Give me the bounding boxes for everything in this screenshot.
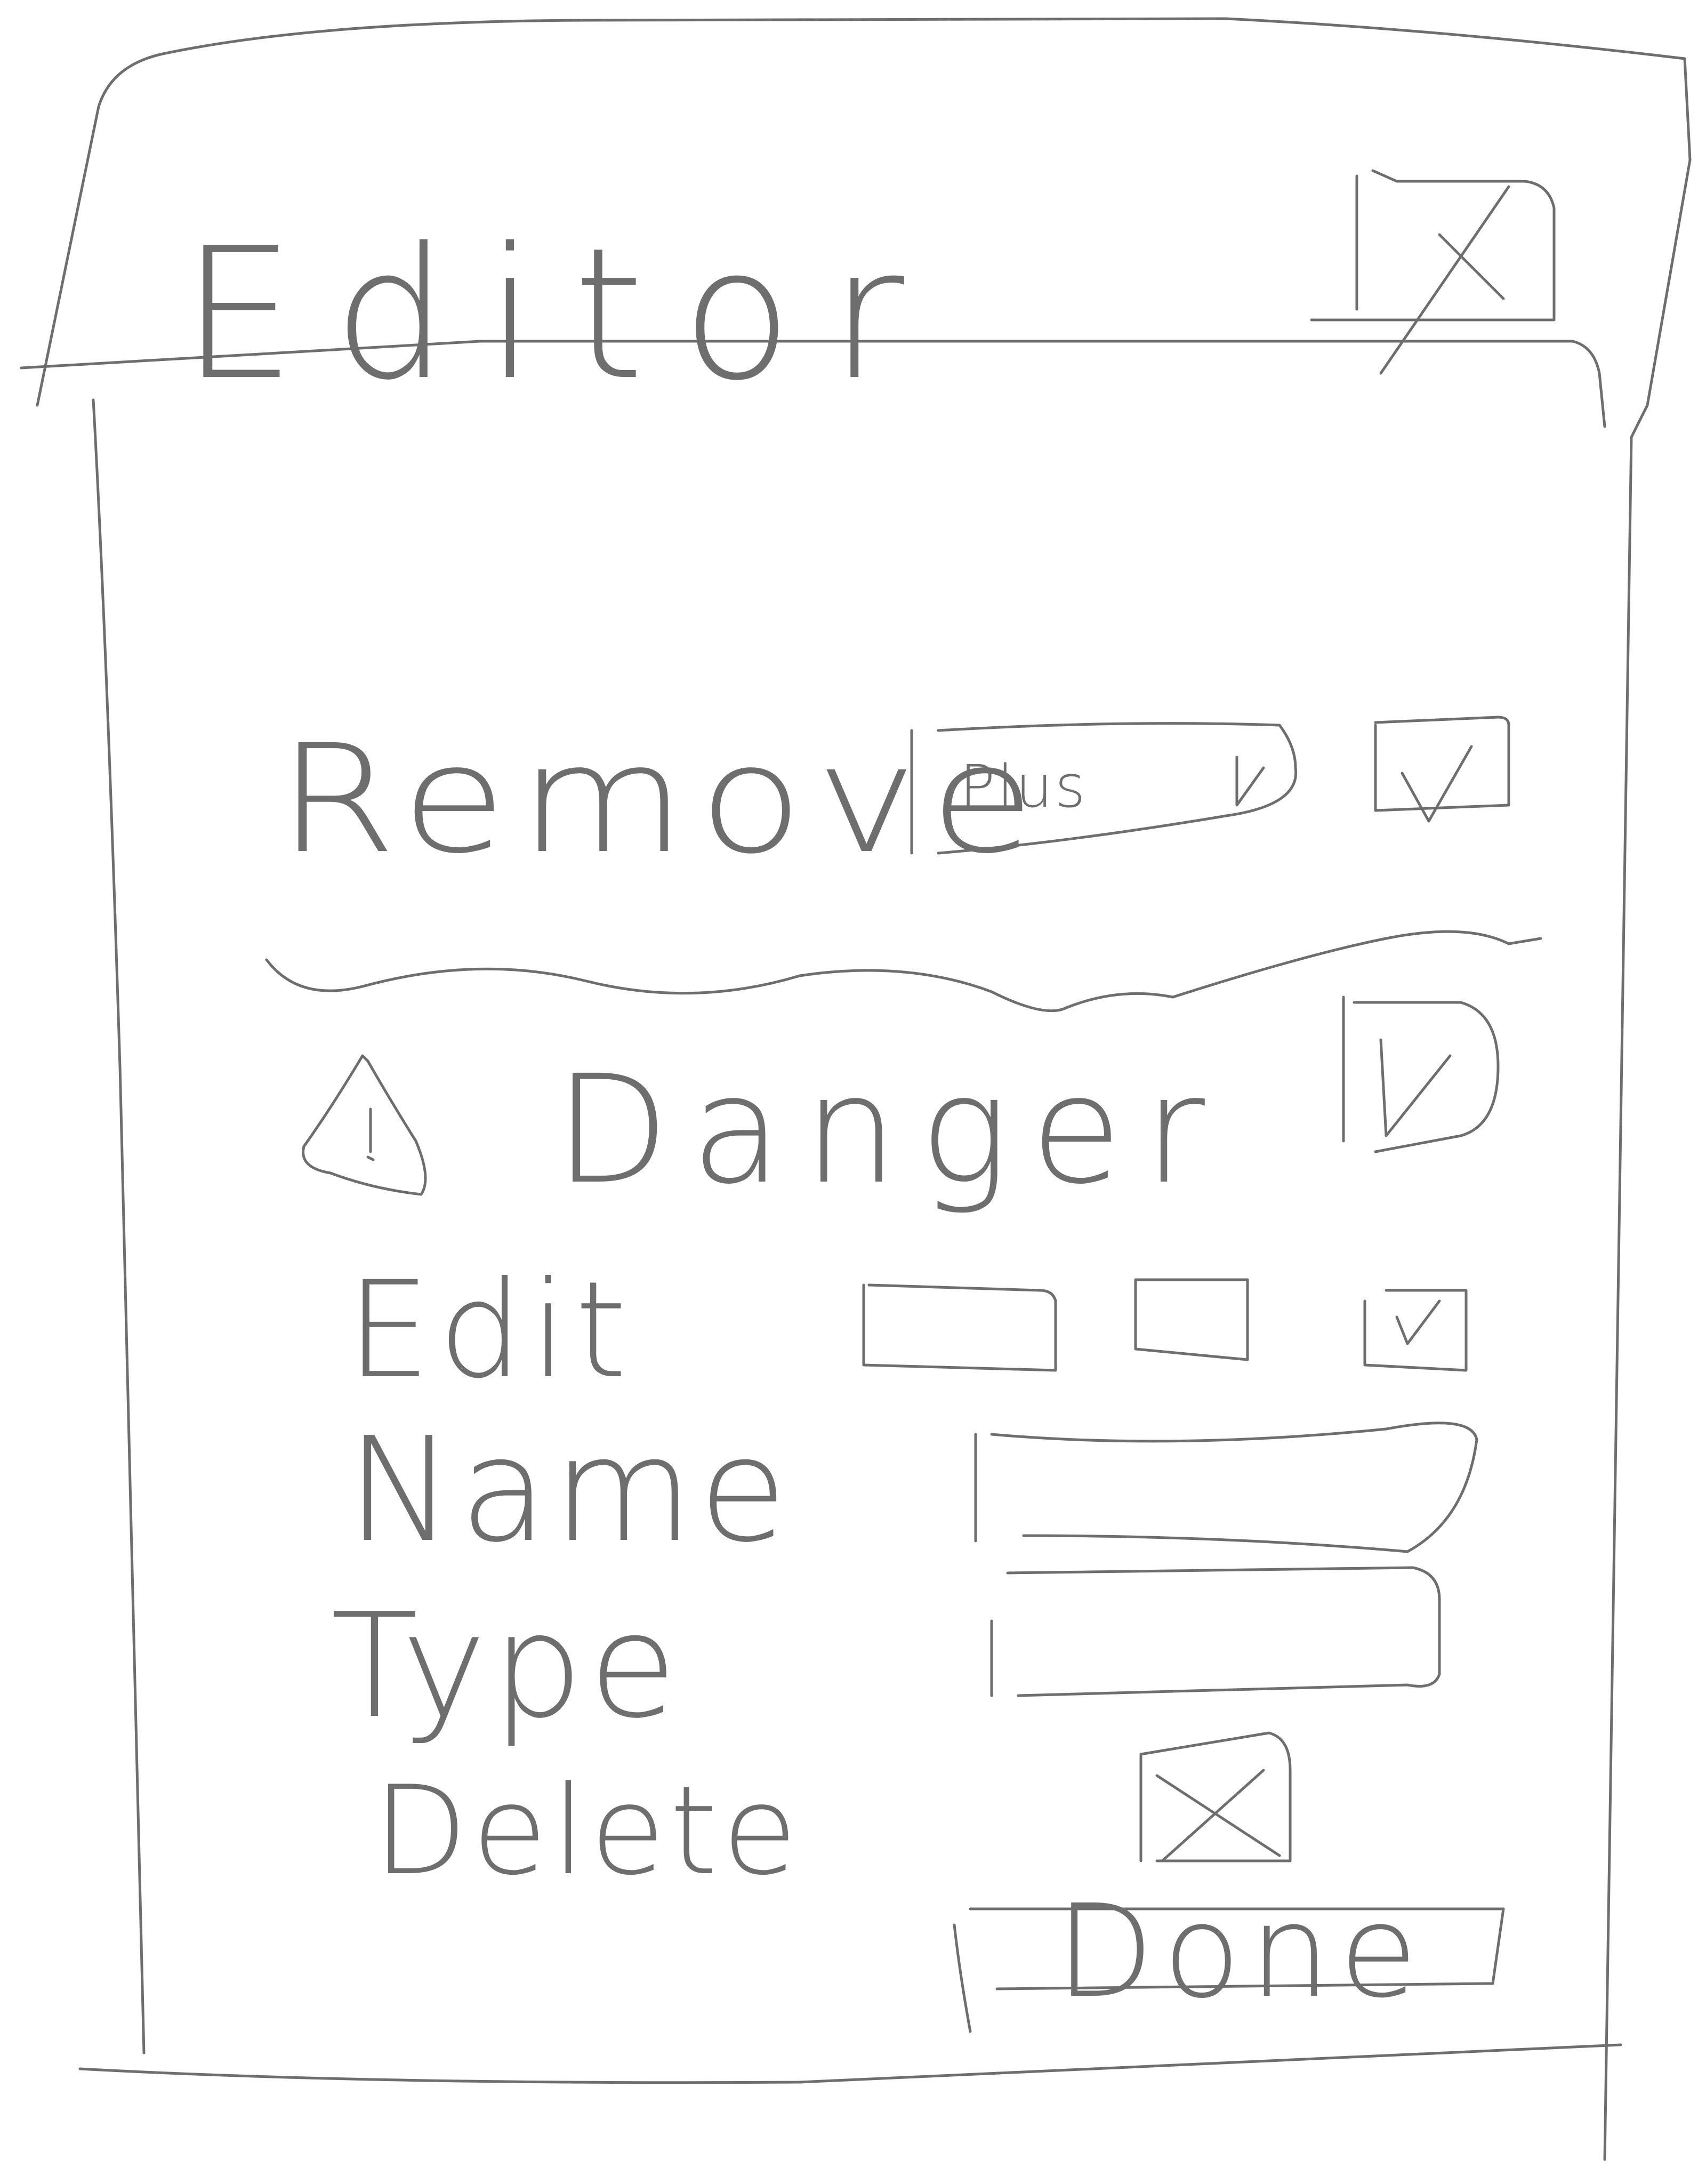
dialog-title: Editor <box>181 209 942 420</box>
danger-checkbox[interactable] <box>1338 992 1509 1157</box>
panel-left-edge <box>92 398 146 2054</box>
danger-label: Danger <box>554 1043 1227 1217</box>
edit-button-primary[interactable] <box>858 1280 1061 1376</box>
remove-checkbox[interactable] <box>1370 714 1514 821</box>
panel-bottom-edge <box>78 2043 1622 2084</box>
remove-dropdown-value: Plus <box>960 752 1088 821</box>
type-input[interactable] <box>997 1573 1436 1691</box>
name-label: Name <box>347 1406 793 1574</box>
warning-triangle-icon <box>302 1054 427 1196</box>
close-button[interactable] <box>1311 171 1557 325</box>
delete-label: Delete <box>373 1760 802 1902</box>
done-button-label: Done <box>1056 1877 1427 2026</box>
delete-button[interactable] <box>1136 1728 1295 1866</box>
edit-checkbox[interactable] <box>1359 1285 1471 1376</box>
edit-label: Edit <box>347 1252 635 1408</box>
type-label: Type <box>331 1582 683 1750</box>
edit-button-secondary[interactable] <box>1130 1274 1253 1365</box>
name-input[interactable] <box>981 1434 1474 1547</box>
